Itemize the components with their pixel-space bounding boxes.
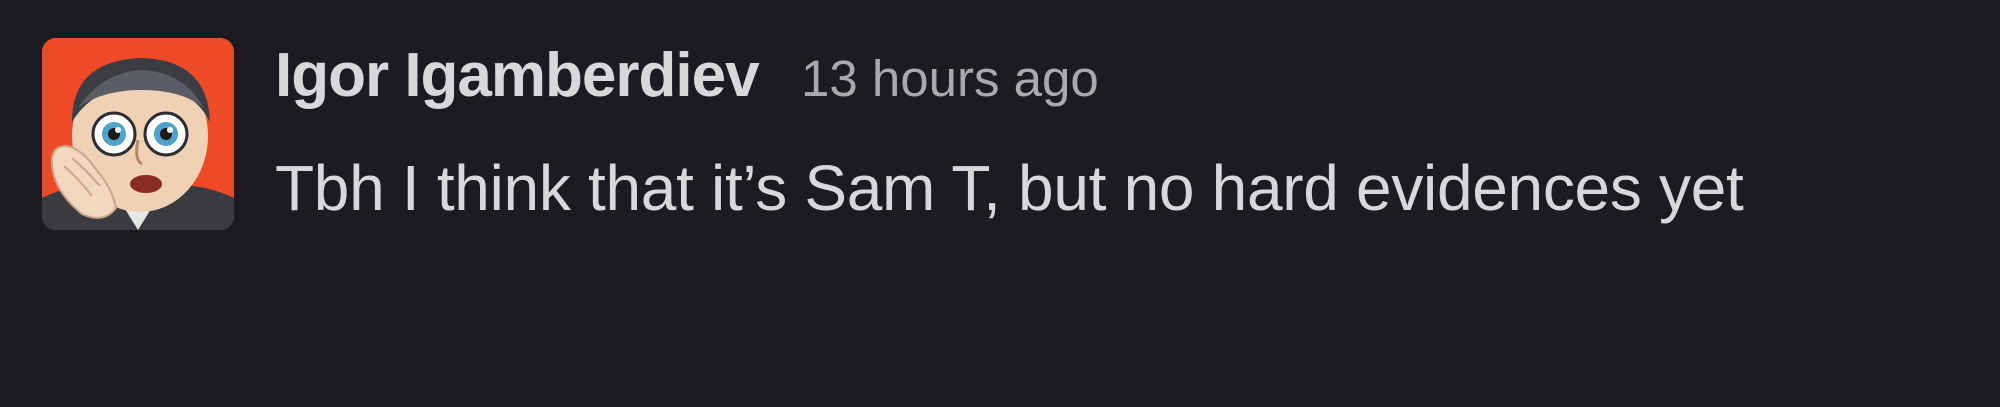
message-timestamp[interactable]: 13 hours ago bbox=[801, 50, 1099, 107]
sender-name[interactable]: Igor Igamberdiev bbox=[275, 41, 760, 110]
message-header: Igor Igamberdiev 13 hours ago bbox=[275, 40, 1975, 130]
chat-message: Igor Igamberdiev 13 hours ago Tbh I thin… bbox=[0, 0, 2000, 407]
message-text: Tbh I think that it’s Sam T, but no hard… bbox=[275, 152, 1744, 224]
message-body: Igor Igamberdiev 13 hours ago Tbh I thin… bbox=[275, 40, 1975, 246]
user-avatar[interactable] bbox=[42, 38, 234, 230]
cartoon-face-avatar-icon bbox=[42, 38, 234, 230]
